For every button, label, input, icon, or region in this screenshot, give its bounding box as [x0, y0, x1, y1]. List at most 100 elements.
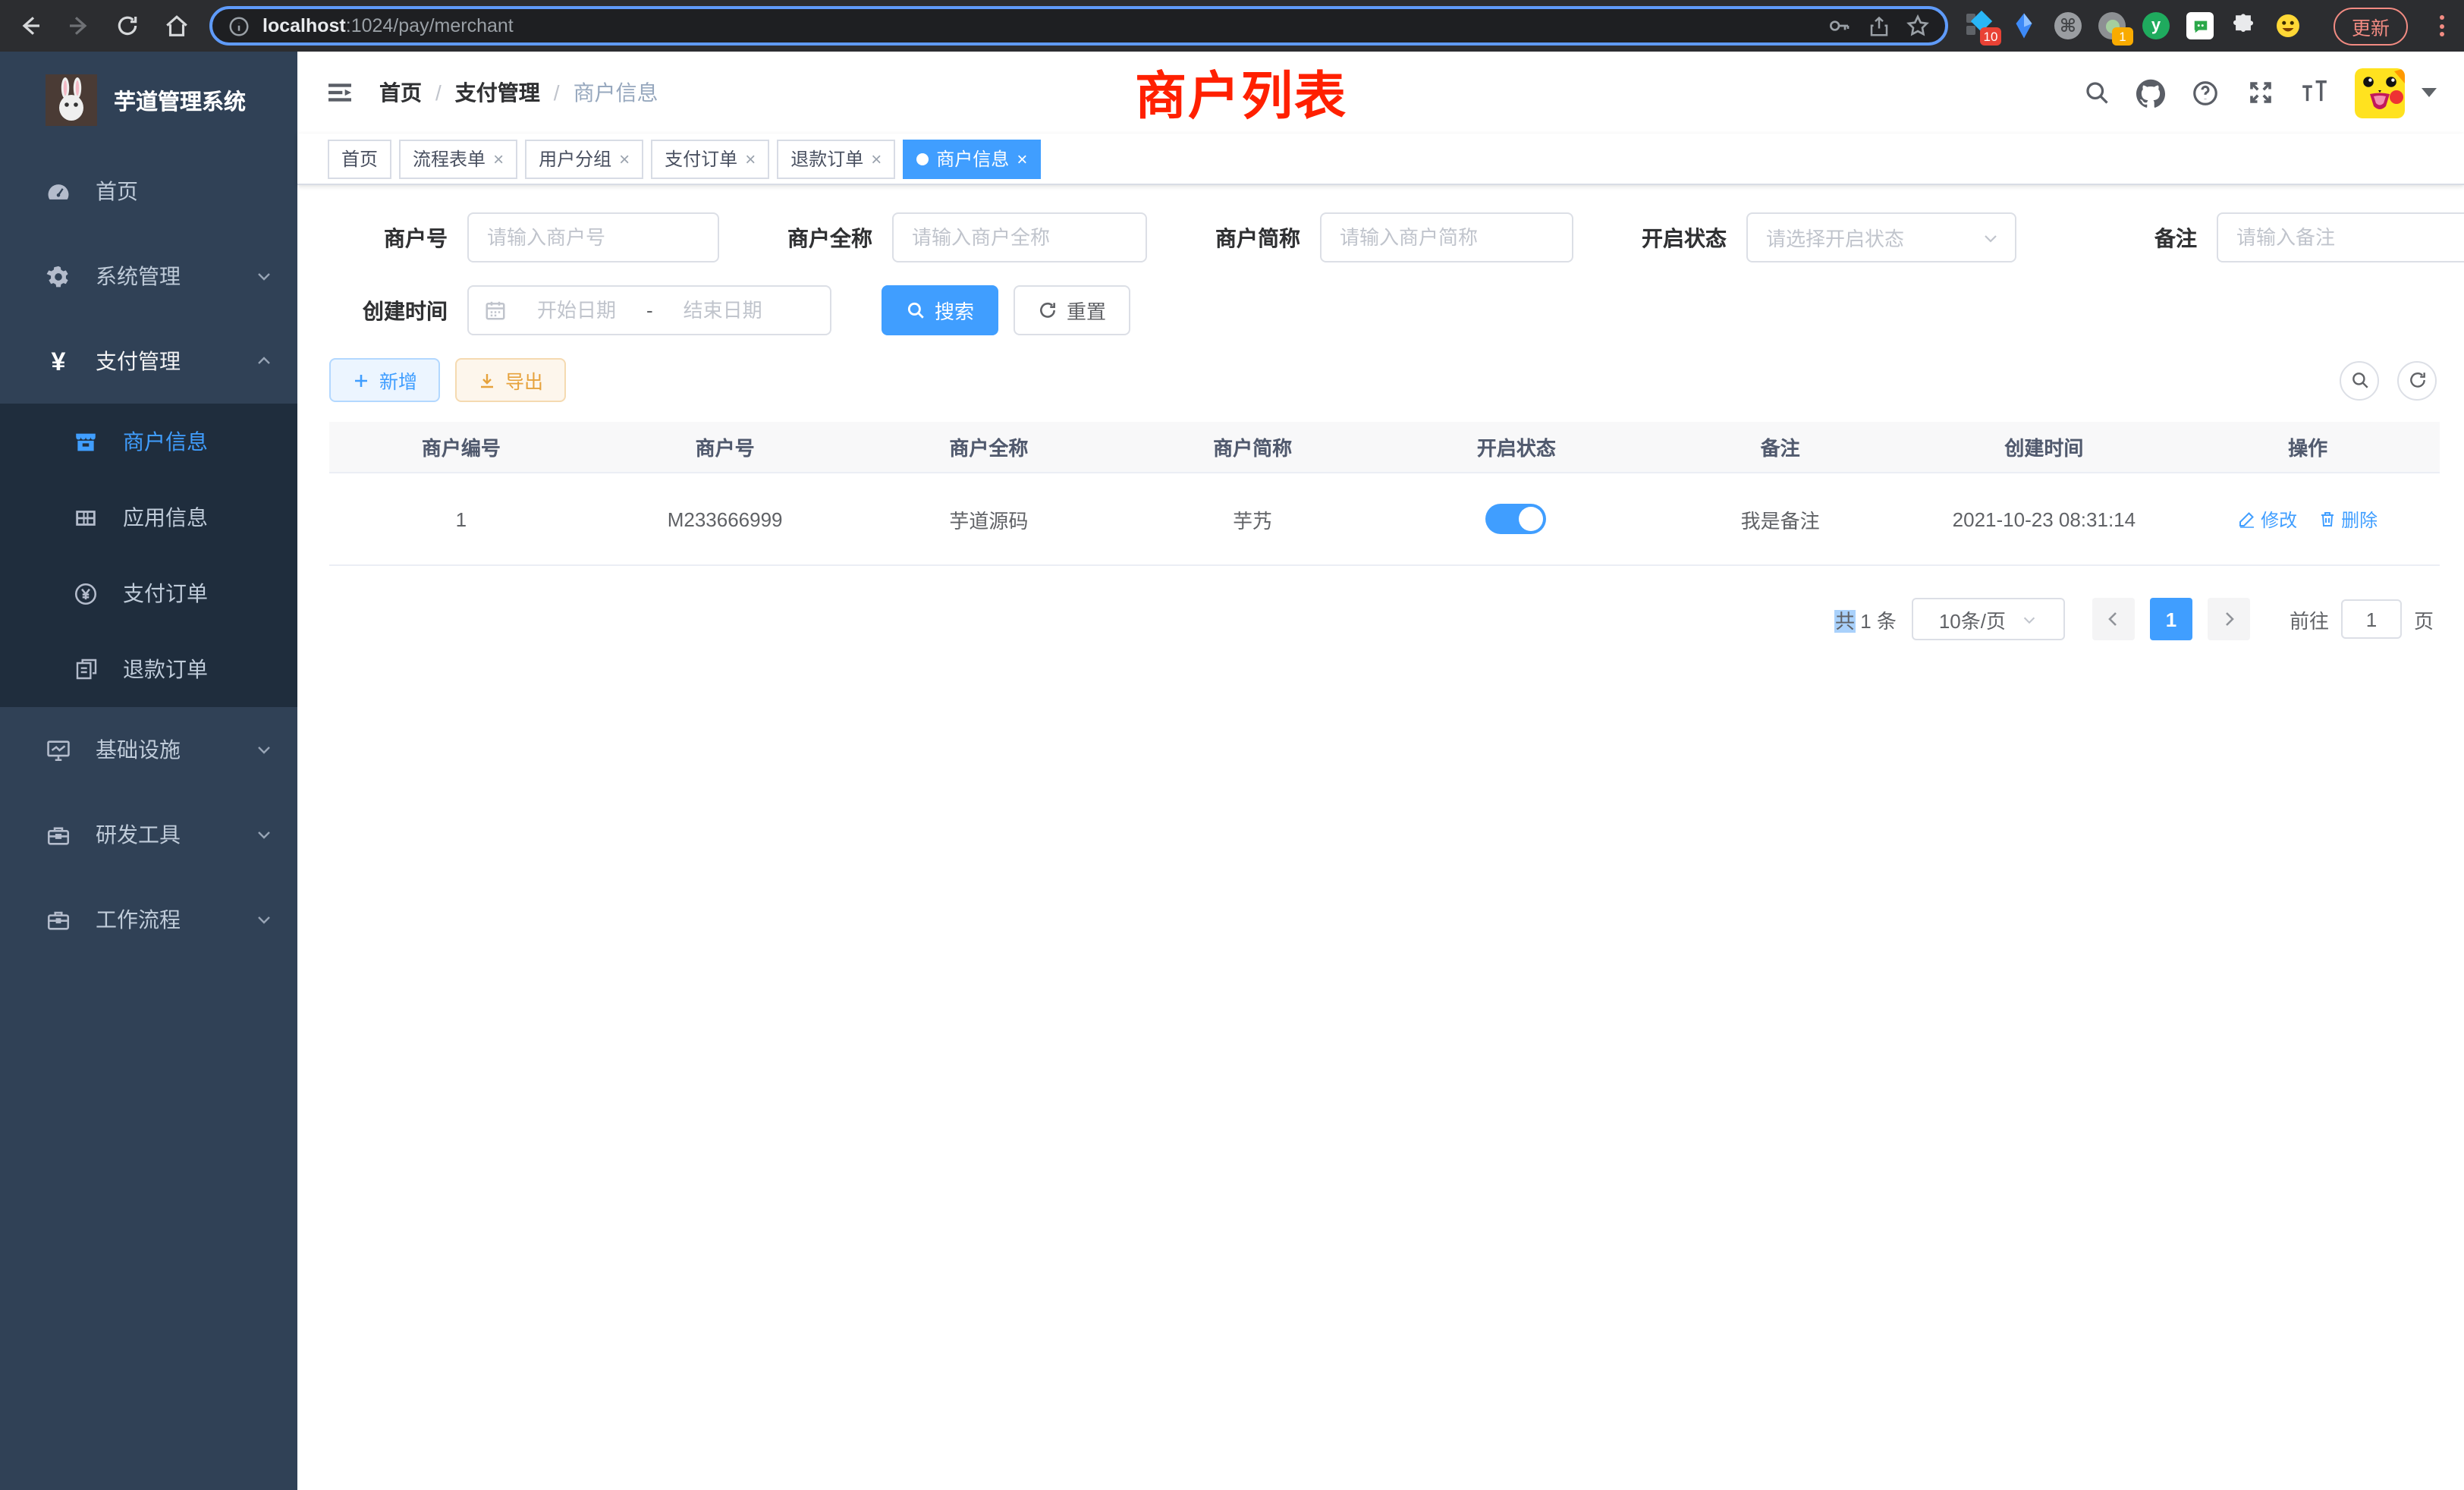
search-button[interactable]: 搜索	[882, 285, 998, 335]
sidebar-item-workflow[interactable]: 工作流程	[0, 877, 297, 962]
goto-page-input[interactable]	[2341, 599, 2402, 639]
toggle-search-button[interactable]	[2340, 360, 2379, 400]
browser-update-button[interactable]: 更新	[2334, 7, 2408, 45]
merchant-no-input[interactable]	[467, 212, 719, 262]
grid-icon	[73, 505, 99, 530]
sidebar-item-system[interactable]: 系统管理	[0, 234, 297, 319]
export-button[interactable]: 导出	[455, 358, 566, 402]
extension-grid-diamond-icon[interactable]: 10	[1966, 12, 1994, 39]
tab-merchant-info[interactable]: 商户信息 ×	[903, 139, 1041, 178]
extension-chat-icon[interactable]	[2186, 12, 2214, 39]
extension-emoji-icon[interactable]	[2274, 12, 2302, 39]
tab-label: 商户信息	[936, 146, 1009, 171]
browser-forward-button[interactable]	[64, 11, 94, 41]
font-size-icon[interactable]	[2300, 78, 2329, 107]
browser-reload-button[interactable]	[112, 11, 143, 41]
extension-toolbar: 10 ⌘ 1 y	[1966, 7, 2447, 45]
sidebar-item-label: 商户信息	[123, 426, 208, 457]
tab-process-form[interactable]: 流程表单 ×	[399, 139, 517, 178]
tab-close-icon[interactable]: ×	[871, 149, 882, 168]
page-number-1[interactable]: 1	[2150, 598, 2192, 640]
app-logo[interactable]: 芋道管理系统	[0, 52, 297, 137]
merchant-name-input[interactable]	[892, 212, 1147, 262]
tab-close-icon[interactable]: ×	[1017, 149, 1027, 168]
start-date-input[interactable]	[519, 299, 634, 322]
create-time-range-picker[interactable]: -	[467, 285, 831, 335]
header-search-icon[interactable]	[2082, 78, 2110, 107]
sidebar-item-label: 支付订单	[123, 578, 208, 608]
browser-home-button[interactable]	[161, 11, 191, 41]
url-text[interactable]: localhost:1024/pay/merchant	[262, 15, 514, 36]
filter-label: 商户号	[329, 222, 448, 253]
tab-label: 支付订单	[665, 146, 737, 171]
filter-label: 备注	[2079, 222, 2197, 253]
tab-close-icon[interactable]: ×	[745, 149, 756, 168]
extension-badge: 10	[1980, 27, 2001, 46]
github-icon[interactable]	[2136, 78, 2165, 107]
refresh-table-button[interactable]	[2397, 360, 2437, 400]
filter-label: 开启状态	[1608, 222, 1727, 253]
merchant-short-input[interactable]	[1320, 212, 1573, 262]
tab-pay-order[interactable]: 支付订单 ×	[651, 139, 769, 178]
export-button-label: 导出	[505, 366, 543, 395]
pagination-total-rest: 1 条	[1860, 609, 1897, 632]
fullscreen-icon[interactable]	[2246, 78, 2274, 107]
column-header: 商户简称	[1120, 432, 1384, 461]
extension-kite-icon[interactable]	[2010, 12, 2038, 39]
sidebar-item-pay[interactable]: ¥ 支付管理	[0, 319, 297, 404]
filter-label: 创建时间	[329, 295, 448, 325]
sidebar-item-home[interactable]: 首页	[0, 149, 297, 234]
cell-remark: 我是备注	[1648, 505, 1912, 533]
reset-button[interactable]: 重置	[1014, 285, 1130, 335]
sidebar-item-infra[interactable]: 基础设施	[0, 707, 297, 792]
password-key-icon[interactable]	[1827, 14, 1851, 38]
sidebar-item-app-info[interactable]: 应用信息	[0, 479, 297, 555]
address-bar[interactable]: localhost:1024/pay/merchant	[209, 6, 1948, 46]
site-info-icon[interactable]	[228, 14, 250, 37]
remark-input[interactable]	[2217, 212, 2464, 262]
edit-link[interactable]: 修改	[2238, 506, 2297, 532]
page-size-value: 10条/页	[1939, 605, 2006, 633]
help-icon[interactable]	[2191, 78, 2220, 107]
prev-page-button[interactable]	[2092, 598, 2135, 640]
tab-user-group[interactable]: 用户分组 ×	[525, 139, 643, 178]
extension-command-icon[interactable]: ⌘	[2054, 12, 2082, 39]
tab-refund-order[interactable]: 退款订单 ×	[777, 139, 895, 178]
avatar-caret-icon[interactable]	[2422, 88, 2437, 97]
chevron-down-icon	[255, 740, 273, 759]
status-select[interactable]: 请选择开启状态	[1746, 212, 2016, 262]
page-size-select[interactable]: 10条/页	[1912, 598, 2065, 640]
extension-y-icon[interactable]: y	[2142, 12, 2170, 39]
breadcrumb-home[interactable]: 首页	[379, 77, 422, 108]
tab-home[interactable]: 首页	[328, 139, 391, 178]
sidebar-item-label: 系统管理	[96, 261, 255, 291]
sidebar-collapse-icon[interactable]	[325, 77, 355, 108]
breadcrumb-separator: /	[554, 80, 560, 105]
browser-back-button[interactable]	[15, 11, 46, 41]
end-date-input[interactable]	[665, 299, 781, 322]
filter-create-time: 创建时间 -	[329, 285, 831, 335]
tab-close-icon[interactable]: ×	[619, 149, 630, 168]
delete-link[interactable]: 删除	[2318, 506, 2378, 532]
bookmark-star-icon[interactable]	[1906, 14, 1930, 38]
tags-view-bar: 首页 流程表单 × 用户分组 × 支付订单 × 退款订单 × 商户信息 ×	[297, 134, 2464, 185]
extension-puzzle-icon[interactable]	[2230, 12, 2258, 39]
add-button[interactable]: 新增	[329, 358, 440, 402]
sidebar-item-devtools[interactable]: 研发工具	[0, 792, 297, 877]
user-avatar[interactable]	[2355, 68, 2405, 118]
status-toggle[interactable]	[1486, 504, 1547, 534]
next-page-button[interactable]	[2208, 598, 2250, 640]
breadcrumb-section[interactable]: 支付管理	[455, 77, 540, 108]
share-icon[interactable]	[1866, 14, 1890, 38]
sidebar-item-pay-order[interactable]: 支付订单	[0, 555, 297, 631]
filter-remark: 备注	[2079, 212, 2464, 262]
extension-session-icon[interactable]: 1	[2098, 12, 2126, 39]
sidebar-item-label: 研发工具	[96, 819, 255, 850]
tab-close-icon[interactable]: ×	[493, 149, 504, 168]
merchant-table: 商户编号 商户号 商户全称 商户简称 开启状态 备注 创建时间 操作 1 M23…	[329, 422, 2440, 566]
cell-create-time: 2021-10-23 08:31:14	[1912, 508, 2176, 530]
browser-menu-icon[interactable]	[2437, 12, 2447, 39]
sidebar-item-refund-order[interactable]: 退款订单	[0, 631, 297, 707]
page-unit-label: 页	[2414, 605, 2434, 633]
sidebar-item-merchant-info[interactable]: 商户信息	[0, 404, 297, 479]
